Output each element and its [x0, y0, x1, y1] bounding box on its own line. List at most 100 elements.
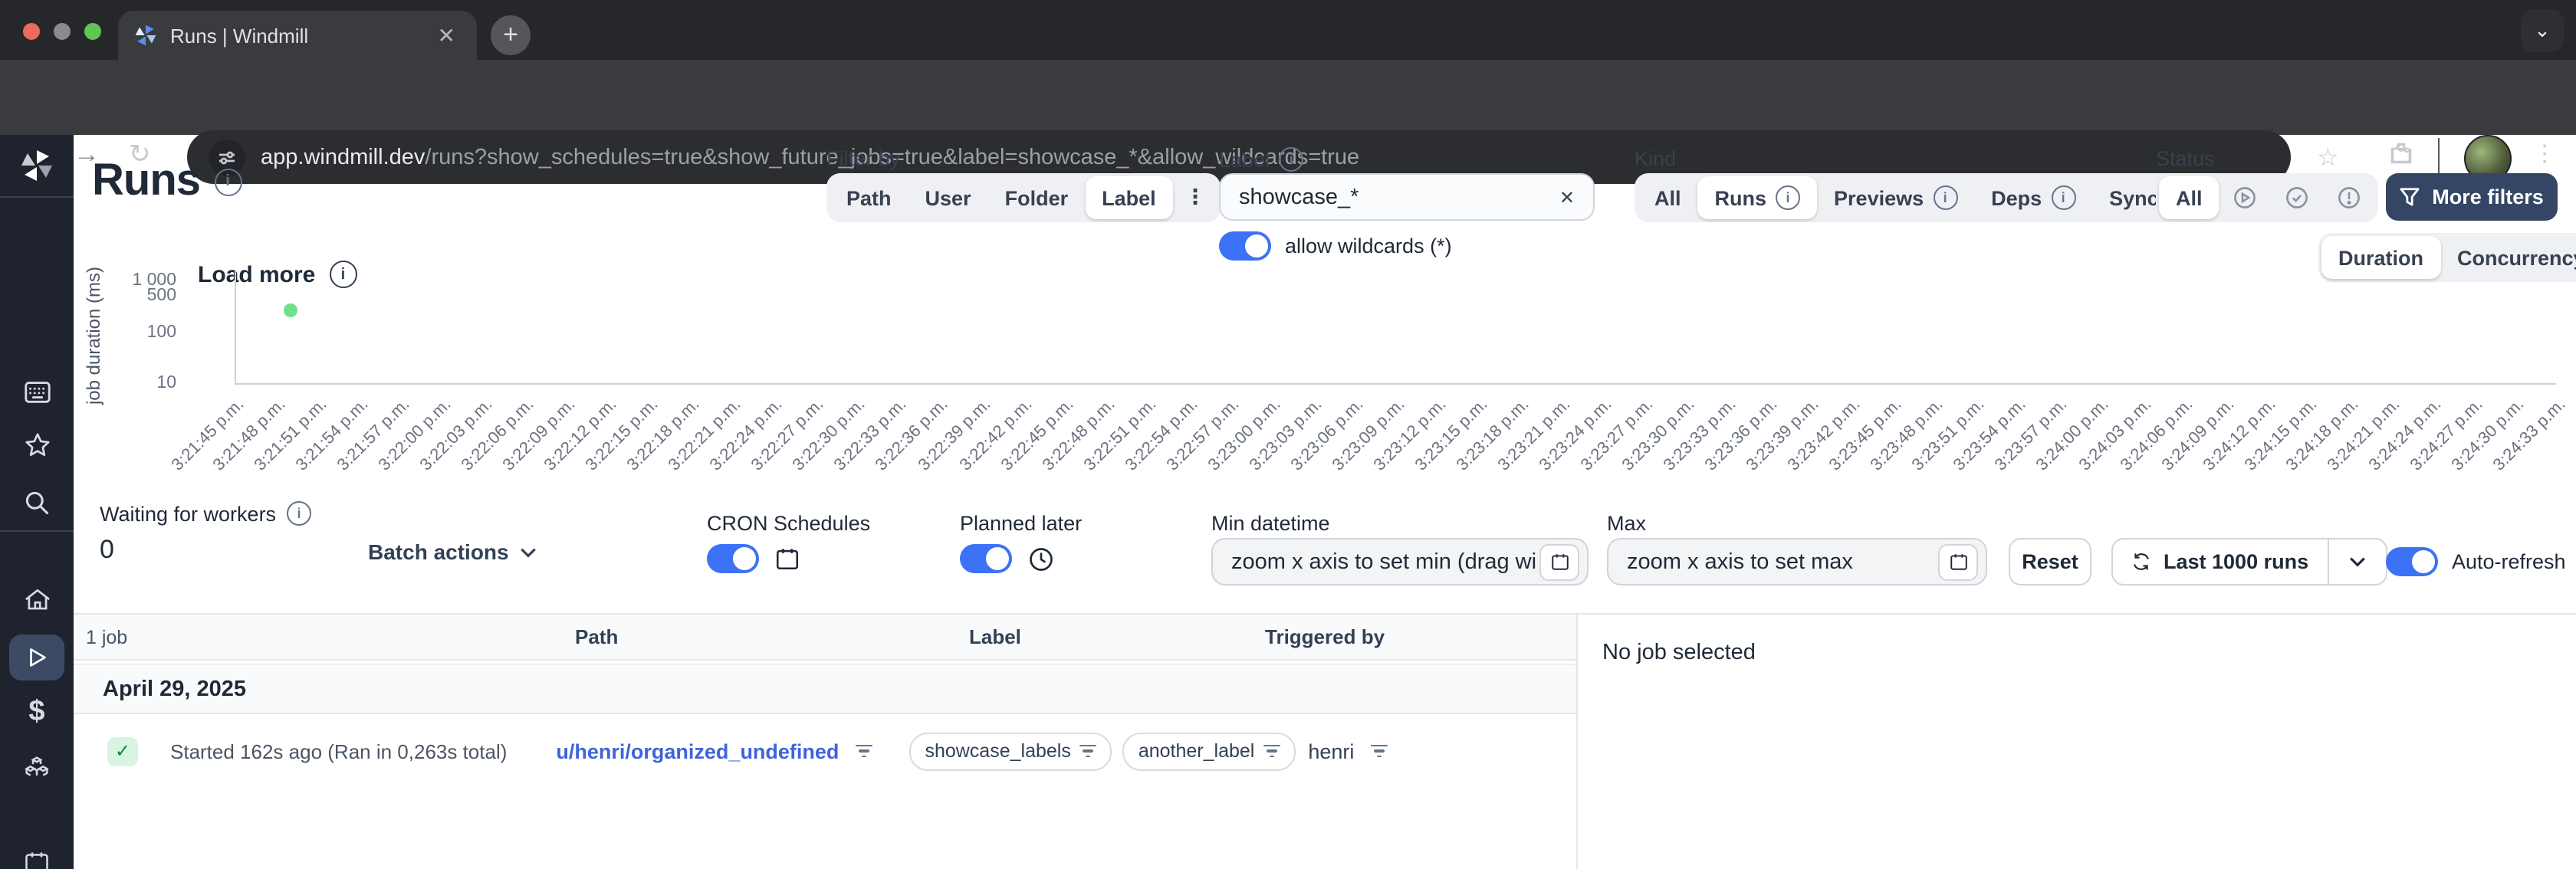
- waiting-info-icon[interactable]: i: [287, 501, 312, 526]
- load-more-row[interactable]: Load more i: [198, 261, 357, 288]
- browser-frame: Runs | Windmill ✕ + ⌄: [0, 0, 2576, 60]
- view-duration[interactable]: Duration: [2321, 236, 2440, 279]
- job-path-link[interactable]: u/henri/organized_undefined: [556, 739, 839, 762]
- label-filter-input[interactable]: showcase_* ✕: [1219, 173, 1595, 221]
- job-row[interactable]: ✓ Started 162s ago (Ran in 0,263s total)…: [74, 714, 1576, 788]
- min-datetime-input[interactable]: zoom x axis to set min (drag wi: [1211, 538, 1589, 585]
- runs-window-main[interactable]: Last 1000 runs: [2113, 539, 2327, 584]
- planned-controls: [960, 544, 1055, 573]
- kind-previews[interactable]: Previews i: [1817, 176, 1974, 219]
- x-tick-label: 3:22:51 p.m.: [1080, 395, 1160, 475]
- wildcards-toggle[interactable]: [1219, 231, 1271, 261]
- runs-info-icon[interactable]: i: [214, 168, 242, 195]
- status-failure-icon[interactable]: [2324, 176, 2376, 219]
- filter-by-menu-icon[interactable]: ⋮: [1173, 176, 1218, 219]
- triggered-by-filter-icon[interactable]: [1371, 741, 1388, 761]
- kind-runs[interactable]: Runs i: [1697, 176, 1818, 219]
- x-tick-label: 3:22:45 p.m.: [997, 395, 1077, 475]
- extensions-icon[interactable]: [2389, 141, 2413, 166]
- x-tick-label: 3:23:42 p.m.: [1785, 395, 1865, 475]
- sidebar-item-favorites[interactable]: [9, 421, 64, 467]
- x-tick-label: 3:24:12 p.m.: [2200, 395, 2279, 475]
- tab-title: Runs | Windmill: [170, 24, 309, 47]
- filter-by-user[interactable]: User: [909, 176, 988, 219]
- x-tick-label: 3:23:09 p.m.: [1329, 395, 1408, 475]
- x-tick-label: 3:23:15 p.m.: [1411, 395, 1492, 475]
- x-tick-label: 3:23:21 p.m.: [1494, 395, 1575, 475]
- screen: Runs | Windmill ✕ + ⌄ ← → ↻ app.windmill…: [0, 0, 2576, 869]
- status-all[interactable]: All: [2159, 176, 2220, 219]
- load-more-label[interactable]: Load more: [198, 261, 315, 287]
- batch-actions-button[interactable]: Batch actions: [368, 539, 537, 564]
- chart-ylabel-wrap: job duration (ms): [80, 245, 126, 429]
- x-tick-label: 3:22:42 p.m.: [955, 395, 1036, 475]
- view-toggle-segmented: Duration Concurrency: [2318, 233, 2576, 282]
- label-filter-value: showcase_*: [1239, 185, 1359, 209]
- runs-window-chevron[interactable]: [2328, 539, 2385, 584]
- planned-clock-icon[interactable]: [1027, 545, 1055, 572]
- windmill-favicon: [135, 25, 156, 46]
- min-calendar-button[interactable]: [1539, 543, 1579, 580]
- browser-tab[interactable]: Runs | Windmill ✕: [118, 11, 477, 60]
- x-tick-label: 3:23:18 p.m.: [1453, 395, 1533, 475]
- sidebar-item-home[interactable]: [9, 576, 64, 622]
- label-pill[interactable]: showcase_labels: [909, 732, 1112, 770]
- x-tick-label: 3:23:00 p.m.: [1204, 395, 1284, 475]
- new-tab-button[interactable]: +: [491, 15, 531, 55]
- cron-calendar-icon[interactable]: [774, 546, 800, 572]
- windmill-logo[interactable]: [18, 147, 55, 184]
- kind-all[interactable]: All: [1638, 176, 1698, 219]
- status-success-icon[interactable]: [2272, 176, 2324, 219]
- label-filter-icon[interactable]: [1263, 741, 1281, 761]
- label-info-icon[interactable]: i: [1279, 147, 1304, 172]
- path-filter-icon[interactable]: [856, 741, 873, 761]
- kind-segmented: All Runsi Previewsi Depsi Synci: [1635, 173, 2213, 222]
- x-tick-label: 3:22:54 p.m.: [1122, 395, 1201, 475]
- more-filters-button[interactable]: More filters: [2386, 173, 2558, 221]
- tab-search-chevron-icon[interactable]: ⌄: [2521, 9, 2564, 52]
- traffic-minimize-button[interactable]: [54, 23, 71, 40]
- x-tick-label: 3:24:27 p.m.: [2407, 395, 2486, 475]
- cron-toggle[interactable]: [707, 544, 759, 573]
- x-tick-label: 3:23:51 p.m.: [1909, 395, 1989, 475]
- sidebar-item-workspace[interactable]: [9, 368, 64, 414]
- label-clear-icon[interactable]: ✕: [1559, 186, 1575, 208]
- status-running-icon[interactable]: [2220, 176, 2272, 219]
- x-tick-label: 3:22:36 p.m.: [872, 395, 953, 475]
- planned-toggle[interactable]: [960, 544, 1012, 573]
- traffic-zoom-button[interactable]: [84, 23, 101, 40]
- filter-by-label-option[interactable]: Label: [1085, 176, 1173, 219]
- sidebar-item-runs[interactable]: [9, 635, 64, 680]
- x-tick-label: 3:24:06 p.m.: [2116, 395, 2196, 475]
- sidebar-item-variables[interactable]: $: [9, 690, 64, 736]
- label-pill[interactable]: another_label: [1122, 732, 1296, 770]
- max-calendar-button[interactable]: [1938, 543, 1978, 580]
- traffic-close-button[interactable]: [23, 23, 40, 40]
- browser-menu-icon[interactable]: ⋮: [2533, 139, 2556, 167]
- runs-window-label: Last 1000 runs: [2164, 550, 2309, 573]
- max-datetime-input[interactable]: zoom x axis to set max: [1607, 538, 1987, 585]
- sidebar-item-schedules[interactable]: [9, 840, 64, 869]
- sidebar-item-resources[interactable]: [9, 745, 64, 791]
- view-concurrency[interactable]: Concurrency: [2440, 236, 2576, 279]
- x-tick-label: 3:21:54 p.m.: [292, 395, 373, 475]
- job-count: 1 job: [86, 627, 128, 648]
- refresh-icon: [2134, 553, 2149, 570]
- kind-deps[interactable]: Deps i: [1974, 176, 2092, 219]
- tab-close-icon[interactable]: ✕: [432, 22, 462, 48]
- max-datetime-placeholder: zoom x axis to set max: [1627, 549, 1853, 574]
- reset-button[interactable]: Reset: [2009, 538, 2091, 585]
- x-tick-label: 3:23:48 p.m.: [1868, 395, 1947, 475]
- x-tick-label: 3:21:57 p.m.: [334, 395, 414, 475]
- label-filter-icon[interactable]: [1079, 741, 1097, 761]
- filter-by-path[interactable]: Path: [830, 176, 909, 219]
- filter-by-folder[interactable]: Folder: [988, 176, 1086, 219]
- x-tick-label: 3:23:06 p.m.: [1287, 395, 1367, 475]
- sidebar-item-search[interactable]: [9, 480, 64, 526]
- bookmark-icon[interactable]: ☆: [2317, 143, 2339, 173]
- load-more-info-icon: i: [329, 261, 357, 288]
- auto-refresh-toggle[interactable]: [2386, 547, 2438, 576]
- kind-previews-info-icon: i: [1933, 185, 1958, 210]
- run-dot[interactable]: [283, 303, 297, 317]
- x-tick-label: 3:23:30 p.m.: [1619, 395, 1699, 475]
